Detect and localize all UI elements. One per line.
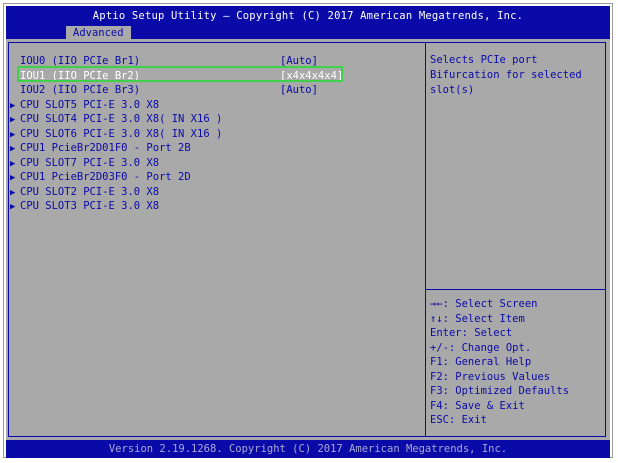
setting-label: CPU SLOT2 PCI-E 3.0 X8 — [20, 185, 160, 198]
setting-label: CPU SLOT7 PCI-E 3.0 X8 — [20, 156, 160, 169]
title-bar: Aptio Setup Utility – Copyright (C) 2017… — [6, 6, 610, 40]
submenu-item[interactable]: ▶ CPU1 PcieBr2D01F0 - Port 2B — [10, 141, 350, 155]
key-hint: →←: Select Screen — [430, 298, 538, 310]
setting-label: IOU2 (IIO PCIe Br3) — [20, 84, 141, 96]
help-text: Selects PCIe port Bifurcation for select… — [430, 54, 582, 96]
submenu-item[interactable]: ▶ CPU1 PcieBr2D03F0 - Port 2D — [10, 170, 350, 184]
key-legend: →←: Select Screen ↑↓: Select Item Enter: S… — [430, 297, 606, 428]
vertical-divider — [425, 42, 426, 437]
help-divider — [426, 289, 606, 290]
setting-label: CPU1 PcieBr2D03F0 - Port 2D — [20, 171, 191, 183]
key-hint: +/-: Change Opt. — [430, 341, 532, 354]
submenu-item[interactable]: ▶ CPU SLOT6 PCI-E 3.0 X8( IN X16 ) — [10, 127, 350, 141]
key-hint: F2: Previous Values — [430, 370, 551, 383]
key-hint: ESC: Exit — [430, 414, 487, 426]
submenu-item[interactable]: ▶ CPU SLOT5 PCI-E 3.0 X8 — [10, 98, 350, 112]
triangle-right-icon: ▶ — [10, 100, 16, 111]
submenu-item[interactable]: ▶ CPU SLOT2 PCI-E 3.0 X8 — [10, 185, 350, 199]
triangle-right-icon: ▶ — [10, 115, 16, 125]
window-title: Aptio Setup Utility – Copyright (C) 2017… — [92, 10, 524, 22]
setting-value[interactable]: [Auto] — [280, 83, 318, 97]
triangle-right-icon: ▶ — [10, 202, 16, 212]
triangle-right-icon: ▶ — [10, 129, 16, 140]
key-hint: F1: General Help — [430, 356, 532, 368]
key-hint: Enter: Select — [430, 327, 513, 339]
submenu-item[interactable]: ▶ CPU SLOT7 PCI-E 3.0 X8 — [10, 156, 350, 170]
triangle-right-icon: ▶ — [10, 144, 16, 154]
key-hint: ↑↓: Select Item — [430, 312, 525, 325]
setting-label: CPU SLOT5 PCI-E 3.0 X8 — [20, 98, 160, 111]
submenu-item[interactable]: ▶ CPU SLOT4 PCI-E 3.0 X8( IN X16 ) — [10, 112, 350, 126]
key-hint: F4: Save & Exit — [430, 399, 525, 412]
triangle-right-icon: ▶ — [10, 187, 16, 198]
triangle-right-icon: ▶ — [10, 173, 16, 183]
setting-label: CPU1 PcieBr2D01F0 - Port 2B — [20, 142, 191, 154]
selection-highlight — [17, 66, 343, 82]
footer-version: Version 2.19.1268. Copyright (C) 2017 Am… — [6, 440, 610, 458]
setting-label: CPU SLOT4 PCI-E 3.0 X8( IN X16 ) — [20, 113, 223, 125]
submenu-item[interactable]: ▶ CPU SLOT3 PCI-E 3.0 X8 — [10, 199, 350, 213]
tab-advanced[interactable]: Advanced — [66, 26, 131, 40]
main-panel: IOU0 (IIO PCIe Br1) [Auto] IOU1 (IIO PCIe … — [6, 39, 610, 440]
key-hint: F3: Optimized Defaults — [430, 385, 570, 397]
triangle-right-icon: ▶ — [10, 158, 16, 169]
setting-label: CPU SLOT3 PCI-E 3.0 X8 — [20, 200, 160, 212]
setting-label: CPU SLOT6 PCI-E 3.0 X8( IN X16 ) — [20, 127, 223, 140]
setting-row[interactable]: IOU2 (IIO PCIe Br3) [Auto] — [10, 83, 350, 97]
